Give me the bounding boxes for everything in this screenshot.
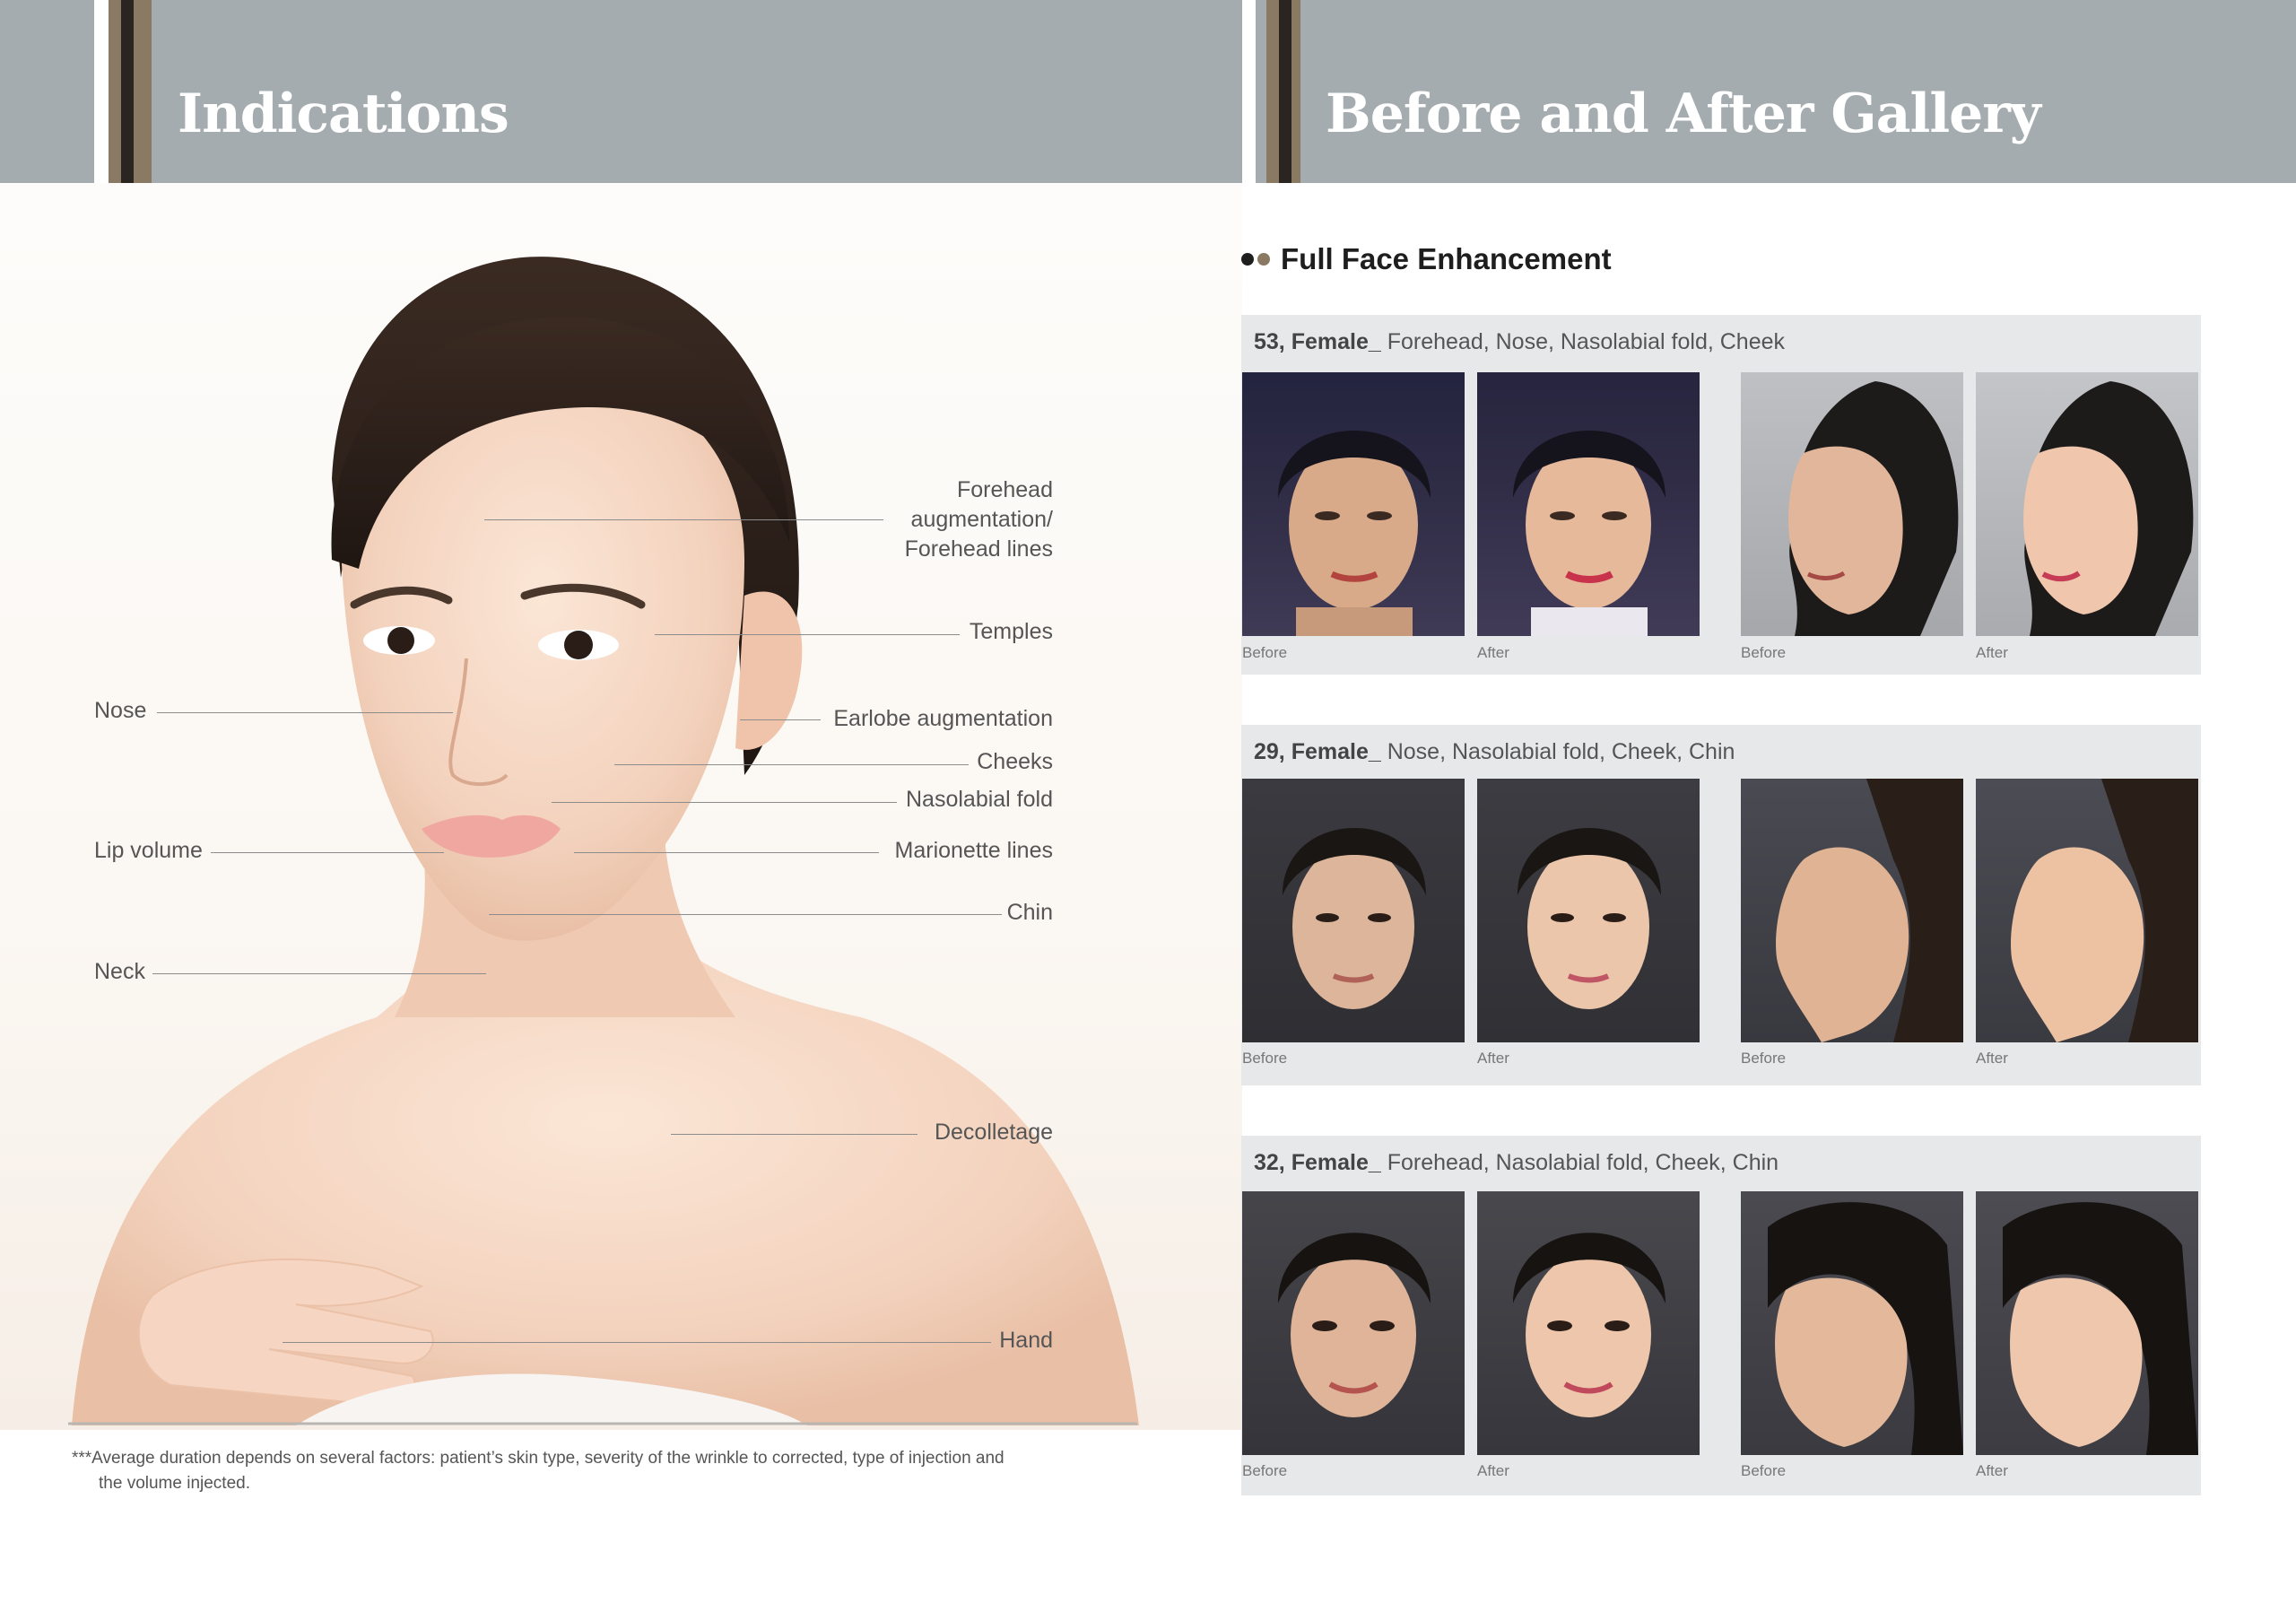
header-stripe-white bbox=[94, 0, 109, 183]
before-front-photo bbox=[1242, 372, 1465, 636]
before-front-photo bbox=[1242, 1191, 1465, 1455]
footnote: ***Average duration depends on several f… bbox=[72, 1446, 1076, 1496]
label-after: After bbox=[1477, 1050, 1509, 1067]
case-card: 53, Female_ Forehead, Nose, Nasolabial f… bbox=[1241, 315, 2201, 675]
leader-chin bbox=[489, 914, 1002, 915]
callout-lip-volume: Lip volume bbox=[94, 838, 203, 863]
header-stripe-gold-2 bbox=[1292, 0, 1300, 183]
callout-hand: Hand bbox=[999, 1328, 1053, 1353]
label-after: After bbox=[1976, 1050, 2008, 1067]
after-front-photo bbox=[1477, 779, 1700, 1042]
gallery-header: Before and After Gallery bbox=[1256, 0, 2296, 183]
callout-forehead-line1: Forehead bbox=[956, 477, 1053, 502]
case-card: 32, Female_ Forehead, Nasolabial fold, C… bbox=[1241, 1136, 2201, 1495]
after-side-photo bbox=[1976, 779, 2198, 1042]
before-side-photo bbox=[1741, 1191, 1963, 1455]
label-before: Before bbox=[1741, 1462, 1787, 1479]
after-front-photo bbox=[1477, 1191, 1700, 1455]
leader-lip bbox=[211, 852, 444, 853]
case-heading: 29, Female_ Nose, Nasolabial fold, Cheek… bbox=[1254, 739, 1735, 765]
label-after: After bbox=[1477, 644, 1509, 661]
callout-marionette: Marionette lines bbox=[894, 838, 1053, 863]
leader-earlobe bbox=[740, 719, 821, 720]
section-title-text: Full Face Enhancement bbox=[1281, 242, 1612, 275]
header-stripe-dark bbox=[1279, 0, 1292, 183]
leader-nose bbox=[157, 712, 453, 713]
leader-decolletage bbox=[671, 1134, 918, 1135]
header-stripe-gold bbox=[1266, 0, 1279, 183]
leader-cheeks bbox=[614, 764, 969, 765]
footnote-line2: the volume injected. bbox=[99, 1474, 250, 1493]
page-gutter bbox=[1242, 0, 1256, 183]
case-patient: 53, Female_ bbox=[1254, 329, 1381, 354]
label-before: Before bbox=[1741, 644, 1787, 661]
indications-header: Indications bbox=[0, 0, 1242, 183]
section-title: Full Face Enhancement bbox=[1241, 242, 1612, 276]
callout-nose: Nose bbox=[94, 698, 147, 723]
case-areas: Forehead, Nose, Nasolabial fold, Cheek bbox=[1380, 329, 1786, 354]
case-card: 29, Female_ Nose, Nasolabial fold, Cheek… bbox=[1241, 725, 2201, 1085]
leader-hand bbox=[283, 1342, 991, 1343]
header-stripe-gold bbox=[109, 0, 121, 183]
before-side-photo bbox=[1741, 779, 1963, 1042]
case-heading: 32, Female_ Forehead, Nasolabial fold, C… bbox=[1254, 1150, 1779, 1176]
leader-neck bbox=[152, 973, 486, 974]
page-title-indications: Indications bbox=[178, 83, 509, 145]
header-stripe-dark bbox=[121, 0, 134, 183]
footnote-line1: ***Average duration depends on several f… bbox=[72, 1449, 1004, 1468]
before-side-photo bbox=[1741, 372, 1963, 636]
callout-neck: Neck bbox=[94, 959, 145, 984]
callout-temples: Temples bbox=[969, 619, 1053, 644]
case-areas: Forehead, Nasolabial fold, Cheek, Chin bbox=[1380, 1150, 1779, 1175]
label-before: Before bbox=[1242, 1050, 1288, 1067]
callout-forehead: Forehead augmentation/ Forehead lines bbox=[905, 475, 1053, 564]
case-patient: 32, Female_ bbox=[1254, 1150, 1381, 1175]
header-stripe-gold-2 bbox=[134, 0, 152, 183]
case-heading: 53, Female_ Forehead, Nose, Nasolabial f… bbox=[1254, 329, 1785, 355]
leader-nasolabial bbox=[552, 802, 897, 803]
after-side-photo bbox=[1976, 372, 2198, 636]
callout-decolletage: Decolletage bbox=[934, 1120, 1053, 1145]
model-illustration bbox=[68, 257, 1139, 1425]
before-front-photo bbox=[1242, 779, 1465, 1042]
leader-temples bbox=[655, 634, 960, 635]
after-side-photo bbox=[1976, 1191, 2198, 1455]
label-before: Before bbox=[1242, 1462, 1288, 1479]
callout-cheeks: Cheeks bbox=[977, 749, 1053, 774]
page-title-gallery: Before and After Gallery bbox=[1326, 83, 2041, 145]
callout-forehead-line3: Forehead lines bbox=[904, 536, 1053, 562]
label-after: After bbox=[1976, 1462, 2008, 1479]
callout-nasolabial: Nasolabial fold bbox=[906, 787, 1053, 812]
callout-forehead-line2: augmentation/ bbox=[910, 507, 1053, 532]
label-after: After bbox=[1477, 1462, 1509, 1479]
case-patient: 29, Female_ bbox=[1254, 739, 1381, 764]
bullet-dots-icon bbox=[1241, 253, 1270, 266]
label-before: Before bbox=[1242, 644, 1288, 661]
case-areas: Nose, Nasolabial fold, Cheek, Chin bbox=[1380, 739, 1735, 764]
label-after: After bbox=[1976, 644, 2008, 661]
label-before: Before bbox=[1741, 1050, 1787, 1067]
model-photo bbox=[0, 183, 1242, 1430]
leader-marionette bbox=[574, 852, 879, 853]
leader-forehead bbox=[484, 519, 883, 520]
callout-chin: Chin bbox=[1006, 900, 1053, 925]
after-front-photo bbox=[1477, 372, 1700, 636]
callout-earlobe: Earlobe augmentation bbox=[833, 706, 1053, 731]
